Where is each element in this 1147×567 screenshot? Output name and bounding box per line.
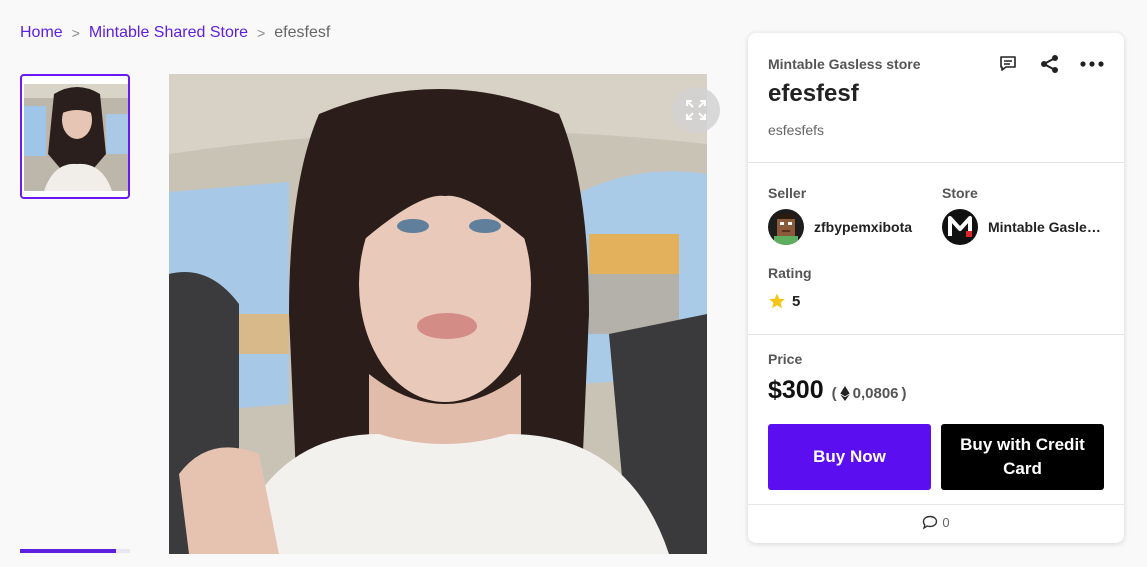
share-button[interactable] [1036,51,1064,77]
seller-avatar [768,209,804,245]
price-eth-open: ( [831,385,837,402]
more-icon [1080,61,1104,67]
comments-count[interactable]: 0 [748,515,1124,530]
store-avatar [942,209,978,245]
price: $300 ( 0,0806 ) [768,376,907,405]
divider [748,504,1124,505]
item-card: Mintable Gasless store efesfesf esfesfef… [748,33,1124,543]
divider [748,334,1124,335]
store-label: Store [942,185,978,201]
breadcrumb-current: efesfesf [274,24,331,41]
price-eth-value: 0,0806 [852,385,899,402]
breadcrumb-separator: > [257,25,266,41]
item-actions [994,51,1106,77]
main-image [169,74,707,554]
price-label: Price [768,351,803,367]
comment-icon [1000,56,1016,71]
buy-with-credit-card-button[interactable]: Buy with Credit Card [941,424,1104,490]
thumbnail-image [24,84,128,191]
breadcrumb: Home > Mintable Shared Store > efesfesf [20,24,330,42]
buy-now-button[interactable]: Buy Now [768,424,931,490]
ethereum-icon [839,386,850,401]
expand-button[interactable] [672,87,720,133]
store-name[interactable]: Mintable Gasless store [768,56,921,72]
price-eth-close: ) [901,385,907,402]
comments-value: 0 [942,515,950,530]
thumbnail-progress-fill [20,549,116,553]
seller-profile[interactable]: zfbypemxibota [768,209,912,245]
store-profile-name: Mintable Gasless store [988,219,1106,235]
divider [748,162,1124,163]
rating-label: Rating [768,265,812,281]
breadcrumb-separator: > [71,25,80,41]
star-icon [769,293,785,309]
more-button[interactable] [1078,51,1106,77]
thumbnail[interactable] [20,74,130,199]
comment-button[interactable] [994,51,1022,77]
share-icon [1041,55,1058,73]
seller-label: Seller [768,185,807,201]
breadcrumb-home-link[interactable]: Home [20,24,63,42]
item-description: esfesfefs [768,122,825,138]
speech-bubble-icon [923,515,938,530]
rating: 5 [768,292,800,310]
breadcrumb-store-link[interactable]: Mintable Shared Store [89,24,248,42]
store-profile[interactable]: Mintable Gasless store [942,209,1106,245]
thumbnail-progress [20,549,130,553]
seller-name: zfbypemxibota [814,219,913,235]
rating-value: 5 [792,292,801,310]
expand-icon [686,100,706,120]
price-eth: ( 0,0806 ) [832,385,907,402]
price-usd: $300 [768,376,824,404]
item-title: efesfesf [768,80,859,107]
